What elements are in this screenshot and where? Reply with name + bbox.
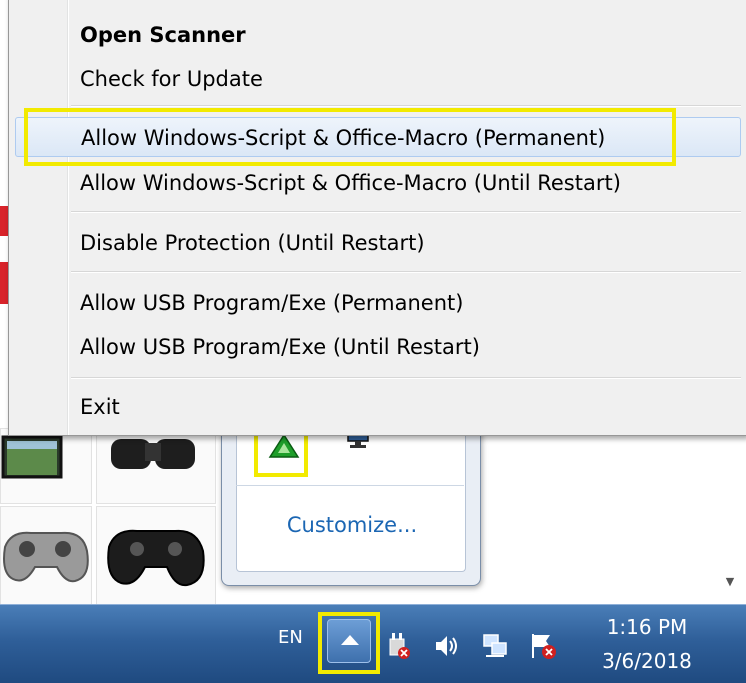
menu-separator bbox=[71, 211, 741, 213]
language-indicator[interactable]: EN bbox=[278, 627, 303, 648]
action-center-flag-icon[interactable] bbox=[528, 631, 558, 661]
power-plug-icon[interactable] bbox=[384, 631, 414, 661]
menu-gutter-highlight bbox=[68, 0, 69, 435]
clock-time: 1:16 PM bbox=[606, 615, 688, 639]
gamepad-black-image bbox=[107, 529, 205, 587]
product-tile-gamepad-silver[interactable] bbox=[0, 506, 92, 606]
tray-divider bbox=[236, 485, 464, 486]
context-menu: Open Scanner Check for Update Allow Wind… bbox=[8, 0, 746, 436]
menu-separator bbox=[71, 271, 741, 273]
scroll-down-arrow-icon[interactable]: ▼ bbox=[722, 574, 738, 590]
menu-item-allow-usb-until-restart[interactable]: Allow USB Program/Exe (Until Restart) bbox=[71, 327, 735, 367]
menu-separator bbox=[71, 105, 741, 107]
product-tile-aquarium[interactable] bbox=[0, 428, 92, 504]
menu-item-open-scanner[interactable]: Open Scanner bbox=[71, 15, 735, 55]
menu-item-allow-usb-permanent[interactable]: Allow USB Program/Exe (Permanent) bbox=[71, 283, 735, 323]
highlight-box-permanent-item bbox=[24, 108, 676, 166]
binoculars-image bbox=[111, 439, 195, 469]
menu-separator bbox=[71, 377, 741, 379]
volume-icon[interactable] bbox=[432, 631, 462, 661]
clock-date: 3/6/2018 bbox=[602, 649, 692, 673]
gamepad-silver-image bbox=[3, 531, 89, 583]
product-tile-gamepad-black[interactable] bbox=[96, 506, 216, 606]
network-icon[interactable] bbox=[480, 631, 510, 661]
menu-item-exit[interactable]: Exit bbox=[71, 387, 735, 427]
product-tile-binoculars[interactable] bbox=[96, 428, 216, 504]
red-banner-edge bbox=[0, 262, 8, 304]
aquarium-image bbox=[1, 435, 63, 479]
red-banner-edge bbox=[0, 206, 8, 236]
menu-item-check-for-update[interactable]: Check for Update bbox=[71, 59, 735, 99]
menu-item-disable-protection[interactable]: Disable Protection (Until Restart) bbox=[71, 223, 735, 263]
highlight-box-overflow-button bbox=[318, 612, 380, 674]
menu-item-allow-script-macro-until-restart[interactable]: Allow Windows-Script & Office-Macro (Unt… bbox=[71, 163, 735, 203]
customize-link[interactable]: Customize... bbox=[262, 513, 442, 537]
